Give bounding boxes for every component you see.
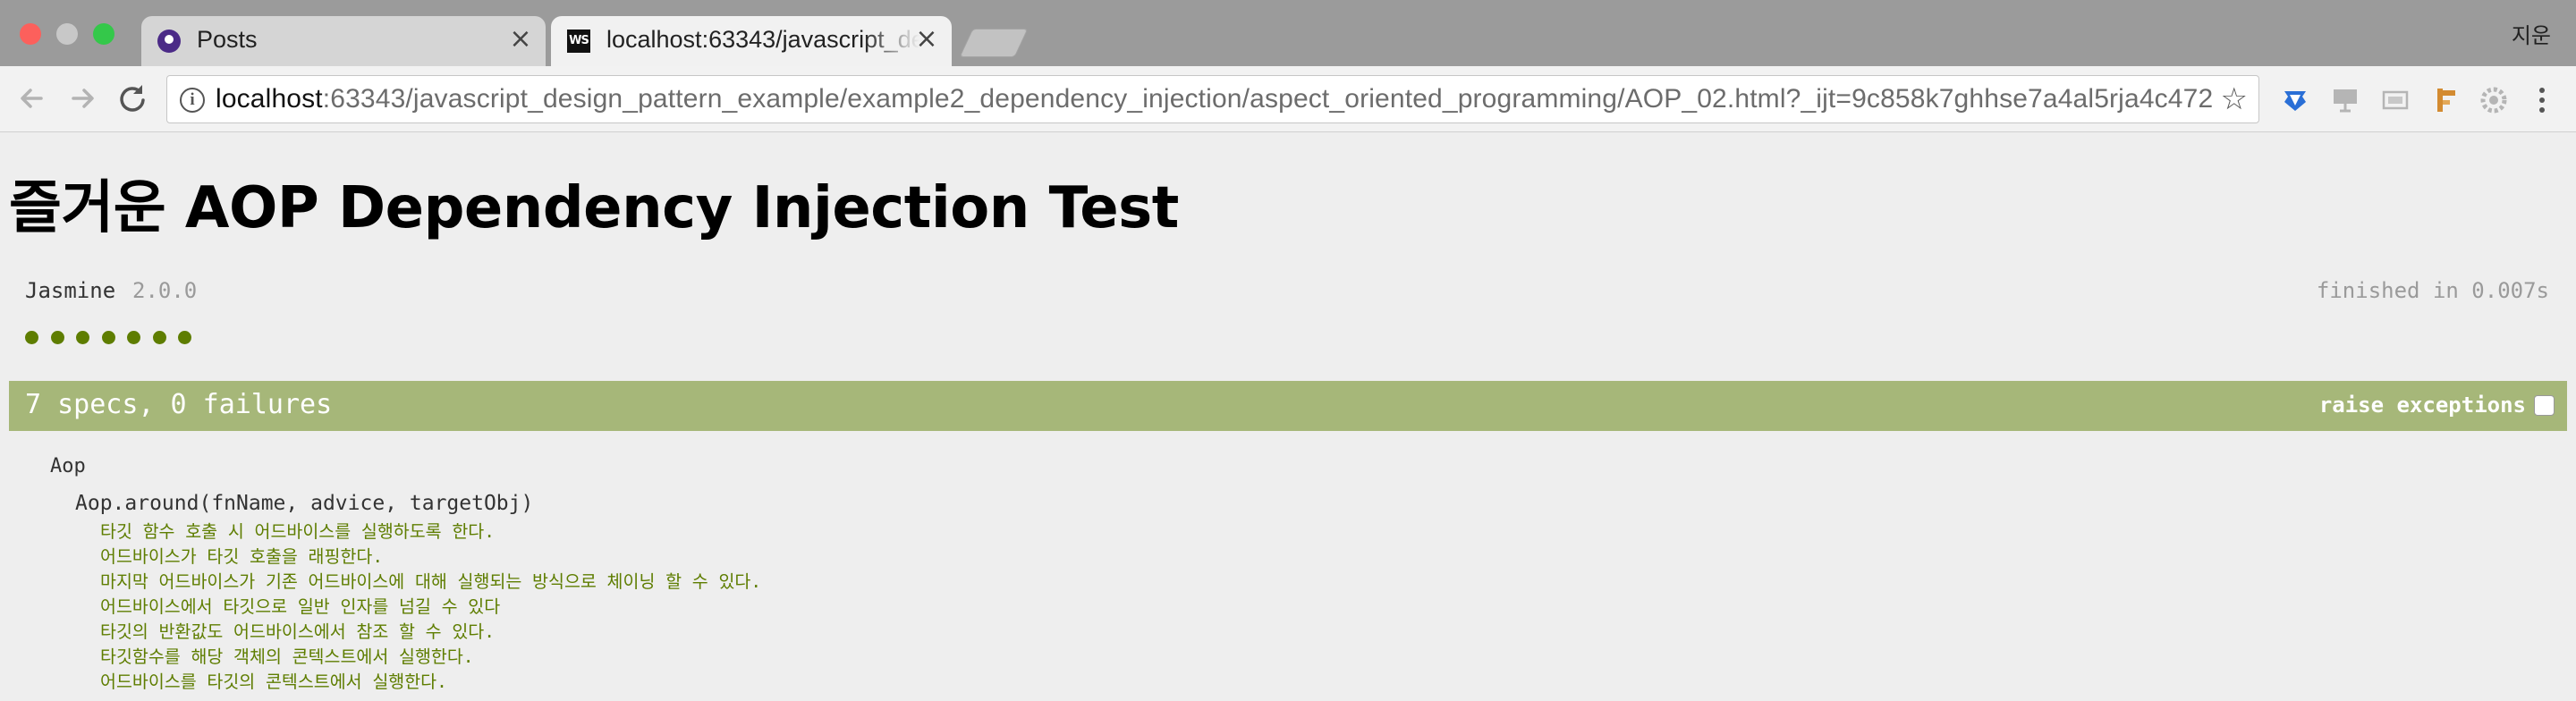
spec-item[interactable]: 어드바이스가 타깃 호출을 래핑한다.	[100, 545, 761, 570]
spec-item[interactable]: 타깃의 반환값도 어드바이스에서 참조 할 수 있다.	[100, 620, 761, 645]
spec-item[interactable]: 마지막 어드바이스가 기존 어드바이스에 대해 실행되는 방식으로 체이닝 할 …	[100, 570, 761, 595]
address-bar[interactable]: i localhost:63343/javascript_design_patt…	[166, 75, 2259, 123]
finished-duration: finished in 0.007s	[2316, 278, 2549, 303]
spec-item[interactable]: 어드바이스에서 타깃으로 일반 인자를 넘길 수 있다	[100, 595, 761, 620]
window-minimize-button[interactable]	[56, 23, 78, 45]
url-text[interactable]: localhost:63343/javascript_design_patter…	[216, 84, 2213, 114]
forward-arrow-icon[interactable]	[61, 77, 104, 120]
webstorm-favicon-icon: WS	[567, 30, 590, 53]
summary-bar: 7 specs, 0 failures raise exceptions	[9, 381, 2567, 431]
page-content: 즐거운 AOP Dependency Injection Test Jasmin…	[0, 133, 2576, 701]
browser-toolbar: i localhost:63343/javascript_design_patt…	[0, 66, 2576, 132]
profile-name[interactable]: 지운	[2512, 18, 2551, 49]
passed-spec-dot	[76, 331, 89, 344]
spec-result-dots	[25, 331, 204, 349]
presentation-extension-icon[interactable]	[2329, 84, 2361, 116]
screen-extension-icon[interactable]	[2379, 84, 2411, 116]
jasmine-version: 2.0.0	[132, 278, 198, 303]
reload-icon[interactable]	[111, 77, 154, 120]
spec-item[interactable]: 타깃 함수 호출 시 어드바이스를 실행하도록 한다.	[100, 519, 761, 545]
passed-spec-dot	[50, 331, 64, 344]
tab-title: Posts	[197, 26, 258, 53]
tag-extension-icon[interactable]	[2279, 84, 2311, 116]
menu-kebab-icon[interactable]	[2531, 82, 2553, 118]
summary-text: 7 specs, 0 failures	[25, 389, 333, 420]
jasmine-name: Jasmine	[25, 278, 116, 303]
url-host: localhost	[216, 84, 323, 114]
tab-strip: Posts × WS localhost:63343/javascript_de…	[0, 0, 2576, 66]
back-arrow-icon[interactable]	[11, 77, 54, 120]
passed-spec-dot	[178, 331, 191, 344]
passed-spec-dot	[127, 331, 140, 344]
tab-localhost[interactable]: WS localhost:63343/javascript_design_pat…	[551, 16, 952, 66]
raise-exceptions-label[interactable]: raise exceptions	[2319, 393, 2526, 418]
bookmark-star-icon[interactable]: ☆	[2221, 83, 2248, 115]
info-icon[interactable]: i	[180, 88, 205, 113]
url-path: :63343/javascript_design_pattern_example…	[322, 84, 2214, 114]
gear-extension-icon[interactable]	[2478, 84, 2510, 116]
passed-spec-dot	[25, 331, 38, 344]
posts-favicon-icon	[157, 30, 181, 53]
raise-exceptions-checkbox[interactable]	[2534, 395, 2555, 416]
close-tab-icon[interactable]: ×	[508, 26, 533, 53]
stamp-extension-icon[interactable]	[2429, 84, 2462, 116]
page-title: 즐거운 AOP Dependency Injection Test	[9, 175, 1179, 241]
suite-name[interactable]: Aop	[50, 455, 86, 477]
window-maximize-button[interactable]	[93, 23, 114, 45]
subsuite-name[interactable]: Aop.around(fnName, advice, targetObj)	[75, 492, 533, 515]
tab-title: localhost:63343/javascript_design_patter…	[606, 26, 919, 53]
passed-spec-dot	[152, 331, 166, 344]
spec-item[interactable]: 어드바이스를 타깃의 콘텍스트에서 실행한다.	[100, 670, 761, 695]
new-tab-button[interactable]	[959, 29, 1029, 57]
passed-spec-dot	[101, 331, 115, 344]
spec-list: 타깃 함수 호출 시 어드바이스를 실행하도록 한다. 어드바이스가 타깃 호출을…	[100, 519, 761, 695]
spec-item[interactable]: 타깃함수를 해당 객체의 콘텍스트에서 실행한다.	[100, 645, 761, 670]
tab-posts[interactable]: Posts ×	[141, 16, 546, 66]
window-close-button[interactable]	[20, 23, 41, 45]
close-tab-icon[interactable]: ×	[914, 26, 939, 53]
